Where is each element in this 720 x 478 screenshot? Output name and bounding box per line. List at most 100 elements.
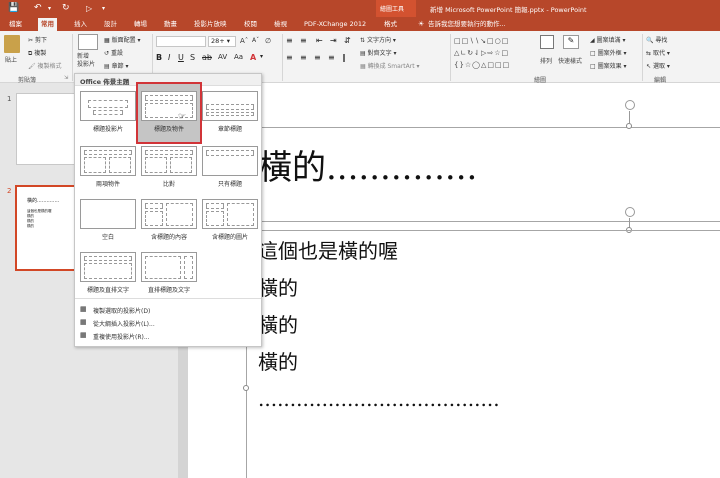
format-painter-button[interactable]: 🖌 複製格式	[28, 61, 62, 70]
rotate-line	[629, 111, 630, 123]
customize-qat-icon[interactable]: ▾	[102, 3, 105, 14]
tab-slideshow[interactable]: 投影片放映	[191, 18, 230, 31]
align-center-icon[interactable]: ≡	[300, 53, 307, 62]
save-icon[interactable]: 💾	[8, 3, 19, 14]
layout-title-and-content[interactable]	[141, 91, 197, 121]
change-case-icon[interactable]: Aa	[234, 53, 243, 61]
tab-review[interactable]: 校閱	[241, 18, 260, 31]
reset-button[interactable]: ↺ 重設	[104, 48, 123, 57]
menu-reuse-slides[interactable]: 重複使用投影片(R)...	[93, 332, 150, 341]
numbering-icon[interactable]: ≡	[300, 36, 307, 45]
new-slide-icon[interactable]	[78, 34, 98, 50]
copy-button[interactable]: ⧉ 複製	[28, 48, 46, 58]
lightbulb-icon: ☀	[418, 20, 425, 28]
undo-dropdown-icon[interactable]: ▾	[48, 3, 51, 14]
cut-button[interactable]: ✂ 剪下	[28, 35, 47, 44]
decrease-indent-icon[interactable]: ⇤	[316, 36, 323, 45]
layout-label: 含標題的圖片	[211, 234, 248, 241]
body-placeholder-border	[246, 230, 720, 231]
align-text-button[interactable]: ▤ 對齊文字 ▾	[360, 48, 397, 57]
slide-thumbnail-1[interactable]	[16, 93, 76, 165]
new-slide-button[interactable]: 新增 投影片	[77, 53, 95, 69]
grow-font-icon[interactable]: Aˆ	[240, 37, 248, 45]
strikethrough-icon[interactable]: ab	[202, 53, 212, 62]
layout-blank[interactable]	[80, 199, 136, 229]
clear-format-icon[interactable]: ∅	[265, 37, 271, 45]
shape-outline-button[interactable]: □ 圖案外框 ▾	[590, 48, 627, 57]
thumb-line: 橫的	[27, 224, 34, 228]
tab-insert[interactable]: 插入	[71, 18, 90, 31]
shrink-font-icon[interactable]: Aˇ	[252, 37, 259, 44]
tell-me-box[interactable]: 告訴我您想要執行的動作...	[428, 18, 506, 31]
tab-animations[interactable]: 動畫	[161, 18, 180, 31]
shapes-gallery[interactable]: □□∖∖↘□○□ △∟↻⇃▷⇨☆□ {}☆◯△□□□	[454, 35, 532, 73]
start-from-beginning-icon[interactable]: ▷	[86, 3, 92, 14]
text-direction-button[interactable]: ⇅ 文字方向 ▾	[360, 35, 396, 44]
rotate-handle-icon[interactable]	[625, 207, 635, 217]
align-right-icon[interactable]: ≡	[314, 53, 321, 62]
layout-content-with-caption[interactable]	[141, 199, 197, 229]
replace-button[interactable]: ⇆ 取代 ▾	[646, 48, 670, 57]
resize-handle[interactable]	[626, 123, 632, 129]
quick-styles-icon[interactable]: ✎	[563, 35, 579, 49]
menu-slides-from-outline[interactable]: 從大綱插入投影片(L)...	[93, 319, 155, 328]
paste-label[interactable]: 貼上	[5, 55, 17, 64]
quick-styles-button[interactable]: 快速樣式	[558, 56, 582, 65]
line-spacing-icon[interactable]: ⇵	[344, 36, 351, 45]
clipboard-launcher-icon[interactable]: ⇲	[64, 75, 68, 81]
align-left-icon[interactable]: ≡	[286, 53, 293, 62]
layout-button[interactable]: ▦ 版面配置 ▾	[104, 35, 141, 44]
tab-format[interactable]: 格式	[381, 18, 400, 31]
smartart-button[interactable]: ▦ 轉換成 SmartArt ▾	[360, 61, 419, 70]
menu-duplicate-slides[interactable]: 複製選取的投影片(D)	[93, 306, 150, 315]
paste-icon[interactable]	[4, 35, 20, 53]
tab-view[interactable]: 檢視	[271, 18, 290, 31]
layout-picture-with-caption[interactable]	[202, 199, 258, 229]
underline-icon[interactable]: U	[178, 53, 184, 62]
slide-body[interactable]: 這個也是橫的喔 橫的 橫的 橫的 .......................…	[258, 233, 500, 418]
layout-two-content[interactable]	[80, 146, 136, 176]
section-button[interactable]: ▤ 章節 ▾	[104, 61, 129, 70]
rotate-handle-icon[interactable]	[625, 100, 635, 110]
tab-design[interactable]: 設計	[101, 18, 120, 31]
smartart-label: 轉換成 SmartArt	[367, 63, 415, 70]
justify-icon[interactable]: ≡	[328, 53, 335, 62]
select-button[interactable]: ↖ 選取 ▾	[646, 61, 670, 70]
font-color-dropdown-icon[interactable]: ▾	[260, 53, 263, 60]
layout-label: 空白	[101, 234, 114, 241]
redo-icon[interactable]: ↻	[62, 3, 70, 14]
layout-title-slide[interactable]	[80, 91, 136, 121]
tab-file[interactable]: 檔案	[6, 18, 25, 31]
spacing-icon[interactable]: AV	[218, 53, 227, 61]
layout-title-vertical-text[interactable]	[80, 252, 136, 282]
font-name-box[interactable]	[156, 36, 206, 47]
tab-transitions[interactable]: 轉場	[131, 18, 150, 31]
bullets-icon[interactable]: ≡	[286, 36, 293, 45]
slide-canvas[interactable]: 橫的.............. 這個也是橫的喔 橫的 橫的 橫的 ......…	[188, 83, 720, 478]
italic-icon[interactable]: I	[168, 53, 170, 62]
shadow-icon[interactable]: S	[190, 53, 195, 62]
undo-icon[interactable]: ↶	[34, 3, 42, 14]
outline-icon: ▦	[80, 318, 87, 326]
arrange-icon[interactable]	[540, 35, 554, 49]
tab-home[interactable]: 常用	[38, 18, 57, 31]
columns-icon[interactable]: ‖	[342, 53, 346, 62]
find-button[interactable]: 🔍 尋找	[646, 35, 667, 44]
slide-title[interactable]: 橫的..............	[258, 148, 477, 188]
bold-icon[interactable]: B	[156, 53, 162, 62]
layout-comparison[interactable]	[141, 146, 197, 176]
font-color-icon[interactable]: A	[250, 53, 256, 62]
resize-handle[interactable]	[243, 385, 249, 391]
slide-thumbnail-2[interactable]: 橫的.............. 這個也是橫的喔 橫的 橫的 橫的	[15, 185, 77, 271]
tab-pdf-xchange[interactable]: PDF-XChange 2012	[301, 18, 369, 31]
layout-label: 比對	[162, 181, 175, 188]
font-size-box[interactable]: 28+ ▾	[208, 36, 236, 47]
shape-fill-button[interactable]: ◢ 圖案填滿 ▾	[590, 35, 625, 44]
increase-indent-icon[interactable]: ⇥	[330, 36, 337, 45]
layout-title-only[interactable]	[202, 146, 258, 176]
layout-section-header[interactable]	[202, 91, 258, 121]
shape-fill-label: 圖案填滿	[596, 37, 621, 44]
shape-effects-button[interactable]: □ 圖案效果 ▾	[590, 61, 627, 70]
arrange-button[interactable]: 排列	[540, 56, 552, 65]
layout-vertical-title-text[interactable]	[141, 252, 197, 282]
